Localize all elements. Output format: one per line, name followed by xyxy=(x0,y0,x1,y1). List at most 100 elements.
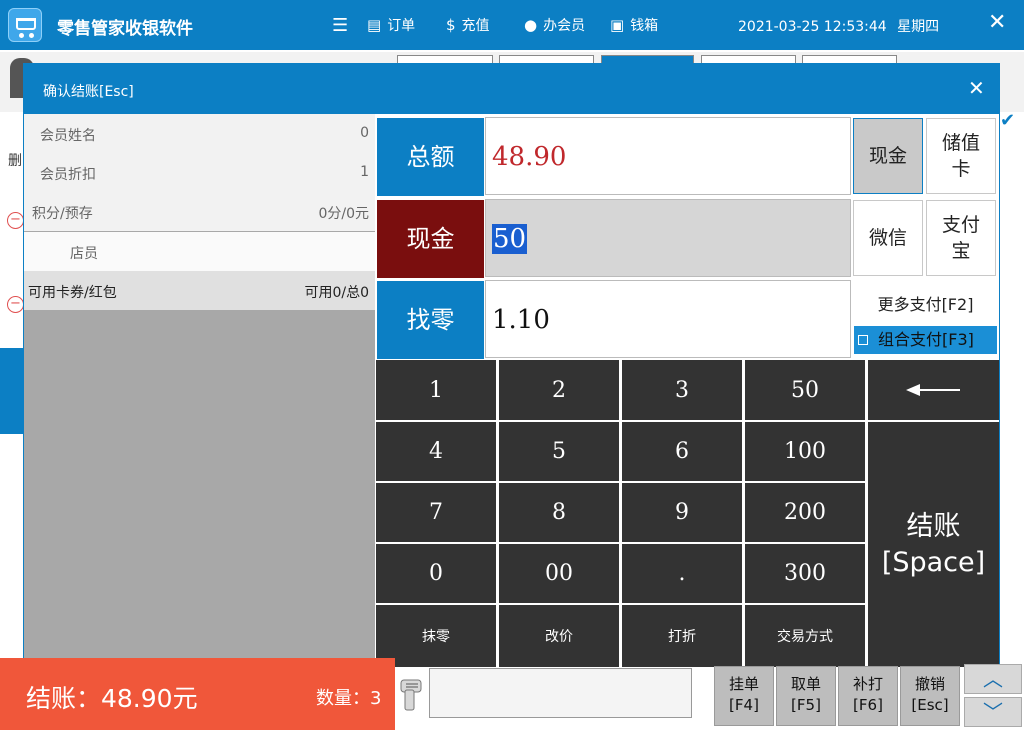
member-info-panel: 会员姓名 0 会员折扣 1 积分/预存 0分/0元 店员 可用卡券/红包 可用0… xyxy=(24,114,375,667)
datetime: 2021-03-25 12:53:44 星期四 xyxy=(738,16,939,36)
member-discount-label: 会员折扣 xyxy=(40,167,96,183)
chevron-down-icon: ﹀ xyxy=(983,700,1003,724)
member-discount-row: 会员折扣 1 xyxy=(24,153,375,192)
title-bar: 零售管家收银软件 ☰ ▤ 订单 $ 充值 ● 办会员 ▣ 钱箱 2021-03-… xyxy=(0,0,1024,50)
key-0[interactable]: 0 xyxy=(376,544,496,603)
key-1[interactable]: 1 xyxy=(376,360,496,420)
menu-button[interactable]: ☰ xyxy=(332,15,354,36)
checkout-summary-button[interactable]: 结账：48.90元 数量：3 xyxy=(0,658,395,730)
cash-input-value: 50 xyxy=(492,224,528,254)
trade-mode-button[interactable]: 交易方式 xyxy=(745,605,865,667)
checkout-key-shortcut: [Space] xyxy=(881,546,986,578)
backspace-key[interactable] xyxy=(868,360,999,420)
hold-order-button[interactable]: 挂单 [F4] xyxy=(714,666,774,726)
total-label: 总额 xyxy=(377,118,484,196)
app-title: 零售管家收银软件 xyxy=(57,19,193,39)
key-4[interactable]: 4 xyxy=(376,422,496,481)
pay-stored-card-label: 储值卡 xyxy=(941,132,980,180)
keypad: 1 2 3 50 4 5 6 100 7 8 9 200 0 00 . 300 … xyxy=(376,360,999,667)
cancel-order-label: 撤销 xyxy=(914,675,945,693)
nav-orders-label: 订单 xyxy=(387,18,416,34)
date-time-text: 2021-03-25 12:53:44 xyxy=(738,19,887,35)
retrieve-order-button[interactable]: 取单 [F5] xyxy=(776,666,836,726)
change-label: 找零 xyxy=(377,281,484,359)
retrieve-order-key: [F5] xyxy=(791,696,821,714)
hold-order-key: [F4] xyxy=(729,696,759,714)
dialog-title: 确认结账[Esc] xyxy=(43,84,134,100)
pay-stored-card-button[interactable]: 储值卡 xyxy=(926,118,996,194)
dialog-close-icon[interactable]: ✕ xyxy=(968,76,985,100)
hamburger-menu-icon: ☰ xyxy=(332,15,349,36)
scroll-up-button[interactable]: ︿ xyxy=(964,664,1022,694)
key-9[interactable]: 9 xyxy=(622,483,742,542)
barcode-input[interactable] xyxy=(429,668,692,718)
cancel-order-key: [Esc] xyxy=(911,696,949,714)
nav-recharge-button[interactable]: $ 充值 xyxy=(446,15,490,35)
nav-orders-button[interactable]: ▤ 订单 xyxy=(367,15,415,35)
member-name-label: 会员姓名 xyxy=(40,128,96,144)
retrieve-order-label: 取单 xyxy=(790,675,821,693)
clerk-row[interactable]: 店员 xyxy=(24,232,375,271)
key-00[interactable]: 00 xyxy=(499,544,619,603)
nav-member-label: 办会员 xyxy=(543,18,586,34)
total-amount: 48.90 xyxy=(485,117,851,195)
cash-label: 现金 xyxy=(377,200,484,278)
item-quantity: 数量：3 xyxy=(316,688,382,709)
remove-item-icon[interactable]: − xyxy=(7,212,24,229)
checkout-key-label: 结账 xyxy=(906,510,961,542)
pay-alipay-label: 支付宝 xyxy=(941,214,980,262)
coupon-value: 可用0/总0 xyxy=(304,285,369,301)
money-bag-icon: $ xyxy=(446,16,456,34)
combo-payment-checkbox[interactable] xyxy=(858,335,868,345)
combo-payment-toggle[interactable]: 组合支付[F3] xyxy=(854,326,997,354)
key-100[interactable]: 100 xyxy=(745,422,865,481)
nav-recharge-label: 充值 xyxy=(461,18,490,34)
member-discount-value: 1 xyxy=(360,164,369,180)
points-row: 积分/预存 0分/0元 xyxy=(24,192,375,231)
background-label: 删 xyxy=(8,153,22,169)
cancel-order-button[interactable]: 撤销 [Esc] xyxy=(900,666,960,726)
checkout-key[interactable]: 结账 [Space] xyxy=(868,422,999,667)
pay-alipay-button[interactable]: 支付宝 xyxy=(926,200,996,276)
nav-member-button[interactable]: ● 办会员 xyxy=(524,15,585,35)
key-200[interactable]: 200 xyxy=(745,483,865,542)
pay-wechat-button[interactable]: 微信 xyxy=(853,200,923,276)
nav-cashbox-button[interactable]: ▣ 钱箱 xyxy=(610,15,658,35)
backspace-arrow-icon xyxy=(905,384,960,396)
key-5[interactable]: 5 xyxy=(499,422,619,481)
checkout-dialog: 确认结账[Esc] ✕ 会员姓名 0 会员折扣 1 积分/预存 0分/0元 店员… xyxy=(23,63,1000,667)
key-dot[interactable]: . xyxy=(622,544,742,603)
remove-item-icon[interactable]: − xyxy=(7,296,24,313)
key-2[interactable]: 2 xyxy=(499,360,619,420)
points-value: 0分/0元 xyxy=(318,206,369,222)
key-300[interactable]: 300 xyxy=(745,544,865,603)
reprint-button[interactable]: 补打 [F6] xyxy=(838,666,898,726)
window-close-icon[interactable]: ✕ xyxy=(988,10,1006,35)
discount-button[interactable]: 打折 xyxy=(622,605,742,667)
dialog-header: 确认结账[Esc] ✕ xyxy=(24,64,999,114)
cash-box-icon: ▣ xyxy=(610,16,625,34)
scroll-down-button[interactable]: ﹀ xyxy=(964,697,1022,727)
key-8[interactable]: 8 xyxy=(499,483,619,542)
member-name-row: 会员姓名 0 xyxy=(24,114,375,153)
points-label: 积分/预存 xyxy=(32,206,93,222)
key-3[interactable]: 3 xyxy=(622,360,742,420)
cash-input[interactable]: 50 xyxy=(485,199,851,277)
key-6[interactable]: 6 xyxy=(622,422,742,481)
key-50[interactable]: 50 xyxy=(745,360,865,420)
user-icon: ● xyxy=(524,16,538,34)
member-name-value: 0 xyxy=(360,125,369,141)
more-payment-button[interactable]: 更多支付[F2] xyxy=(854,291,997,315)
reprint-label: 补打 xyxy=(852,675,883,693)
order-icon: ▤ xyxy=(367,16,382,34)
nav-cashbox-label: 钱箱 xyxy=(630,18,659,34)
weekday-text: 星期四 xyxy=(897,19,940,35)
combo-payment-label: 组合支付[F3] xyxy=(878,330,974,349)
key-7[interactable]: 7 xyxy=(376,483,496,542)
change-price-button[interactable]: 改价 xyxy=(499,605,619,667)
selected-row-marker xyxy=(0,348,24,434)
barcode-scanner-icon xyxy=(400,679,422,711)
pay-cash-button[interactable]: 现金 xyxy=(853,118,923,194)
coupon-row[interactable]: 可用卡券/红包 可用0/总0 xyxy=(24,271,375,310)
coupon-label: 可用卡券/红包 xyxy=(28,285,117,301)
